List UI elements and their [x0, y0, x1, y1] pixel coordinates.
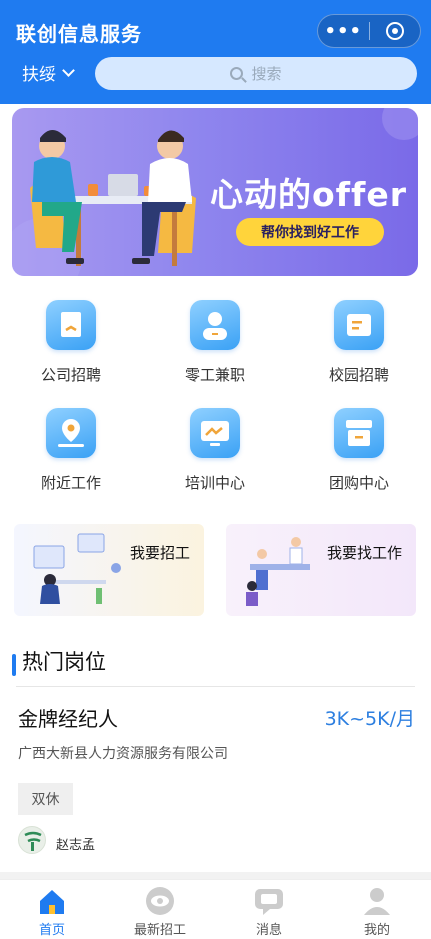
map-pin-icon — [46, 408, 96, 458]
chevron-down-icon — [62, 63, 75, 77]
menu-label: 零工兼职 — [184, 366, 245, 384]
header: 联创信息服务 ••• 扶绥 搜索 — [0, 0, 431, 104]
hire-workers-card[interactable]: 我要招工 — [14, 524, 204, 616]
find-job-card[interactable]: 我要找工作 — [226, 524, 416, 616]
miniprogram-capsule: ••• — [317, 14, 421, 48]
promo-banner[interactable]: 心动的offer 帮你找到好工作 — [12, 108, 418, 276]
tab-latest-jobs[interactable]: 最新招工 — [115, 886, 205, 938]
menu-label: 团购中心 — [328, 474, 389, 492]
team-meeting-illustration — [246, 537, 310, 606]
recruiter-name: 赵志孟 — [56, 838, 96, 853]
find-job-label: 我要找工作 — [326, 544, 402, 562]
app-title: 联创信息服务 — [16, 22, 142, 46]
tab-label: 消息 — [255, 923, 282, 938]
monitor-chart-icon — [190, 408, 240, 458]
more-options-icon[interactable]: ••• — [318, 21, 369, 42]
job-tag: 双休 — [18, 783, 73, 815]
menu-campus-recruit[interactable]: 校园招聘 — [299, 300, 419, 385]
menu-gig-parttime[interactable]: 零工兼职 — [155, 300, 275, 385]
section-title: 热门岗位 — [22, 650, 106, 674]
search-icon — [230, 67, 244, 80]
menu-training-center[interactable]: 培训中心 — [155, 408, 275, 493]
menu-label: 附近工作 — [40, 474, 101, 492]
separator-strip — [0, 872, 431, 879]
menu-label: 公司招聘 — [40, 366, 101, 384]
job-salary: 3K~5K/月 — [324, 708, 415, 730]
menu-group-buy[interactable]: 团购中心 — [299, 408, 419, 493]
menu-label: 校园招聘 — [328, 366, 389, 384]
job-company: 广西大新县人力资源服务有限公司 — [18, 746, 228, 762]
tab-label: 首页 — [38, 923, 65, 938]
bookmark-icon — [46, 300, 96, 350]
eye-icon — [145, 886, 175, 916]
target-icon — [385, 22, 404, 40]
banner-title: 心动的offer — [210, 175, 408, 214]
tab-mine[interactable]: 我的 — [332, 886, 422, 938]
document-icon — [334, 300, 384, 350]
search-placeholder: 搜索 — [251, 65, 282, 83]
person-icon — [190, 300, 240, 350]
search-input[interactable]: 搜索 — [95, 57, 417, 90]
section-accent-bar — [12, 654, 16, 676]
tab-label: 最新招工 — [133, 923, 186, 938]
close-miniprogram-button[interactable] — [369, 22, 420, 40]
avatar — [18, 826, 46, 854]
job-title: 金牌经纪人 — [18, 707, 118, 731]
tab-label: 我的 — [363, 923, 390, 938]
tab-bar: 首页 最新招工 消息 我的 — [0, 879, 431, 939]
office-worker-illustration — [33, 533, 121, 604]
city-selector[interactable]: 扶绥 — [22, 60, 75, 85]
city-label: 扶绥 — [22, 65, 56, 85]
banner-subtitle: 帮你找到好工作 — [236, 218, 384, 246]
menu-company-recruit[interactable]: 公司招聘 — [11, 300, 131, 385]
tab-home[interactable]: 首页 — [7, 886, 97, 938]
tab-messages[interactable]: 消息 — [224, 886, 314, 938]
menu-label: 培训中心 — [184, 474, 245, 492]
store-icon — [334, 408, 384, 458]
user-icon — [362, 886, 392, 916]
divider — [16, 686, 415, 687]
menu-nearby-jobs[interactable]: 附近工作 — [11, 408, 131, 493]
home-icon — [37, 886, 67, 916]
hire-workers-label: 我要招工 — [129, 544, 190, 562]
message-icon — [254, 886, 284, 916]
